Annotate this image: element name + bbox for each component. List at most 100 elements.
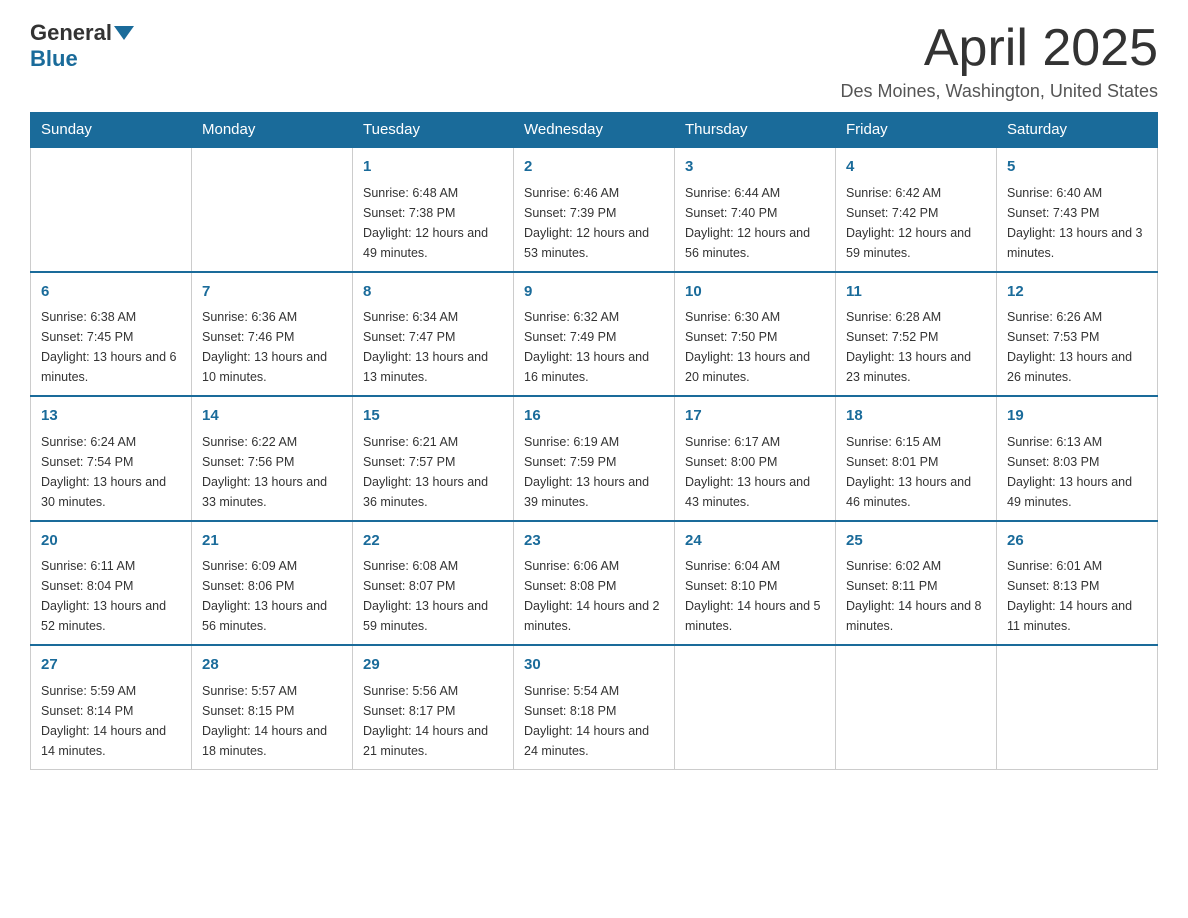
calendar-cell: 12Sunrise: 6:26 AM Sunset: 7:53 PM Dayli… xyxy=(997,272,1158,397)
day-number: 6 xyxy=(41,281,181,304)
calendar-cell: 22Sunrise: 6:08 AM Sunset: 8:07 PM Dayli… xyxy=(353,521,514,646)
title-section: April 2025 Des Moines, Washington, Unite… xyxy=(841,20,1159,102)
day-number: 30 xyxy=(524,654,664,677)
day-info: Sunrise: 6:17 AM Sunset: 8:00 PM Dayligh… xyxy=(685,432,825,512)
day-number: 29 xyxy=(363,654,503,677)
calendar-table: SundayMondayTuesdayWednesdayThursdayFrid… xyxy=(30,112,1158,770)
day-info: Sunrise: 6:04 AM Sunset: 8:10 PM Dayligh… xyxy=(685,556,825,636)
calendar-cell: 5Sunrise: 6:40 AM Sunset: 7:43 PM Daylig… xyxy=(997,147,1158,272)
day-of-week-header: Saturday xyxy=(997,113,1158,148)
calendar-cell: 26 Sunrise: 6:01 AM Sunset: 8:13 PM Dayli… xyxy=(997,521,1158,646)
calendar-cell: 14Sunrise: 6:22 AM Sunset: 7:56 PM Dayli… xyxy=(192,396,353,521)
day-number: 25 xyxy=(846,530,986,553)
day-of-week-header: Sunday xyxy=(31,113,192,148)
day-info: Sunrise: 6:24 AM Sunset: 7:54 PM Dayligh… xyxy=(41,432,181,512)
calendar-cell: 11 Sunrise: 6:28 AM Sunset: 7:52 PM Dayli… xyxy=(836,272,997,397)
day-info: Sunrise: 6:34 AM Sunset: 7:47 PM Dayligh… xyxy=(363,307,503,387)
day-number: 13 xyxy=(41,405,181,428)
day-info: Sunrise: 6:36 AM Sunset: 7:46 PM Dayligh… xyxy=(202,307,342,387)
calendar-header: SundayMondayTuesdayWednesdayThursdayFrid… xyxy=(31,113,1158,148)
month-title: April 2025 xyxy=(841,20,1159,77)
day-number: 20 xyxy=(41,530,181,553)
day-info: Sunrise: 6:01 AM Sunset: 8:13 PM Dayligh… xyxy=(1007,556,1147,636)
day-info: Sunrise: 6:11 AM Sunset: 8:04 PM Dayligh… xyxy=(41,556,181,636)
day-number: 10 xyxy=(685,281,825,304)
calendar-cell: 3 Sunrise: 6:44 AM Sunset: 7:40 PM Daylig… xyxy=(675,147,836,272)
day-number: 9 xyxy=(524,281,664,304)
calendar-cell: 30 Sunrise: 5:54 AM Sunset: 8:18 PM Dayli… xyxy=(514,645,675,769)
day-info: Sunrise: 6:32 AM Sunset: 7:49 PM Dayligh… xyxy=(524,307,664,387)
calendar-cell: 10 Sunrise: 6:30 AM Sunset: 7:50 PM Dayli… xyxy=(675,272,836,397)
day-info: Sunrise: 6:28 AM Sunset: 7:52 PM Dayligh… xyxy=(846,307,986,387)
day-of-week-header: Tuesday xyxy=(353,113,514,148)
day-info: Sunrise: 6:13 AM Sunset: 8:03 PM Dayligh… xyxy=(1007,432,1147,512)
day-number: 4 xyxy=(846,156,986,179)
day-info: Sunrise: 6:09 AM Sunset: 8:06 PM Dayligh… xyxy=(202,556,342,636)
calendar-cell: 27Sunrise: 5:59 AM Sunset: 8:14 PM Dayli… xyxy=(31,645,192,769)
day-number: 1 xyxy=(363,156,503,179)
day-number: 2 xyxy=(524,156,664,179)
day-info: Sunrise: 6:48 AM Sunset: 7:38 PM Dayligh… xyxy=(363,183,503,263)
calendar-body: 1 Sunrise: 6:48 AM Sunset: 7:38 PM Daylig… xyxy=(31,147,1158,769)
calendar-cell xyxy=(836,645,997,769)
calendar-cell: 9 Sunrise: 6:32 AM Sunset: 7:49 PM Daylig… xyxy=(514,272,675,397)
calendar-cell: 28Sunrise: 5:57 AM Sunset: 8:15 PM Dayli… xyxy=(192,645,353,769)
day-number: 17 xyxy=(685,405,825,428)
calendar-cell xyxy=(31,147,192,272)
day-number: 28 xyxy=(202,654,342,677)
calendar-cell xyxy=(997,645,1158,769)
day-number: 18 xyxy=(846,405,986,428)
week-row: 20 Sunrise: 6:11 AM Sunset: 8:04 PM Dayli… xyxy=(31,521,1158,646)
day-of-week-header: Wednesday xyxy=(514,113,675,148)
day-number: 19 xyxy=(1007,405,1147,428)
day-info: Sunrise: 6:44 AM Sunset: 7:40 PM Dayligh… xyxy=(685,183,825,263)
day-info: Sunrise: 6:42 AM Sunset: 7:42 PM Dayligh… xyxy=(846,183,986,263)
day-number: 3 xyxy=(685,156,825,179)
day-info: Sunrise: 6:46 AM Sunset: 7:39 PM Dayligh… xyxy=(524,183,664,263)
logo: General Blue xyxy=(30,20,136,72)
calendar-cell: 8Sunrise: 6:34 AM Sunset: 7:47 PM Daylig… xyxy=(353,272,514,397)
week-row: 27Sunrise: 5:59 AM Sunset: 8:14 PM Dayli… xyxy=(31,645,1158,769)
day-number: 7 xyxy=(202,281,342,304)
day-number: 11 xyxy=(846,281,986,304)
day-info: Sunrise: 5:56 AM Sunset: 8:17 PM Dayligh… xyxy=(363,681,503,761)
day-of-week-header: Thursday xyxy=(675,113,836,148)
day-info: Sunrise: 6:22 AM Sunset: 7:56 PM Dayligh… xyxy=(202,432,342,512)
calendar-cell xyxy=(192,147,353,272)
calendar-cell: 21 Sunrise: 6:09 AM Sunset: 8:06 PM Dayli… xyxy=(192,521,353,646)
day-info: Sunrise: 6:26 AM Sunset: 7:53 PM Dayligh… xyxy=(1007,307,1147,387)
day-info: Sunrise: 6:30 AM Sunset: 7:50 PM Dayligh… xyxy=(685,307,825,387)
calendar-cell: 24 Sunrise: 6:04 AM Sunset: 8:10 PM Dayli… xyxy=(675,521,836,646)
calendar-cell: 17 Sunrise: 6:17 AM Sunset: 8:00 PM Dayli… xyxy=(675,396,836,521)
day-of-week-header: Friday xyxy=(836,113,997,148)
day-info: Sunrise: 5:54 AM Sunset: 8:18 PM Dayligh… xyxy=(524,681,664,761)
calendar-cell: 18 Sunrise: 6:15 AM Sunset: 8:01 PM Dayli… xyxy=(836,396,997,521)
day-number: 26 xyxy=(1007,530,1147,553)
calendar-cell: 15Sunrise: 6:21 AM Sunset: 7:57 PM Dayli… xyxy=(353,396,514,521)
day-number: 21 xyxy=(202,530,342,553)
calendar-cell xyxy=(675,645,836,769)
day-info: Sunrise: 6:08 AM Sunset: 8:07 PM Dayligh… xyxy=(363,556,503,636)
day-of-week-header: Monday xyxy=(192,113,353,148)
day-info: Sunrise: 6:38 AM Sunset: 7:45 PM Dayligh… xyxy=(41,307,181,387)
day-info: Sunrise: 6:06 AM Sunset: 8:08 PM Dayligh… xyxy=(524,556,664,636)
header-row: SundayMondayTuesdayWednesdayThursdayFrid… xyxy=(31,113,1158,148)
calendar-cell: 2 Sunrise: 6:46 AM Sunset: 7:39 PM Daylig… xyxy=(514,147,675,272)
calendar-cell: 6 Sunrise: 6:38 AM Sunset: 7:45 PM Daylig… xyxy=(31,272,192,397)
day-number: 24 xyxy=(685,530,825,553)
day-number: 27 xyxy=(41,654,181,677)
calendar-cell: 19 Sunrise: 6:13 AM Sunset: 8:03 PM Dayli… xyxy=(997,396,1158,521)
page-header: General Blue April 2025 Des Moines, Wash… xyxy=(30,20,1158,102)
day-info: Sunrise: 6:02 AM Sunset: 8:11 PM Dayligh… xyxy=(846,556,986,636)
location-text: Des Moines, Washington, United States xyxy=(841,81,1159,102)
week-row: 6 Sunrise: 6:38 AM Sunset: 7:45 PM Daylig… xyxy=(31,272,1158,397)
logo-general-text: General xyxy=(30,20,112,46)
day-number: 15 xyxy=(363,405,503,428)
day-info: Sunrise: 6:40 AM Sunset: 7:43 PM Dayligh… xyxy=(1007,183,1147,263)
calendar-cell: 23Sunrise: 6:06 AM Sunset: 8:08 PM Dayli… xyxy=(514,521,675,646)
week-row: 13 Sunrise: 6:24 AM Sunset: 7:54 PM Dayli… xyxy=(31,396,1158,521)
week-row: 1 Sunrise: 6:48 AM Sunset: 7:38 PM Daylig… xyxy=(31,147,1158,272)
calendar-cell: 16Sunrise: 6:19 AM Sunset: 7:59 PM Dayli… xyxy=(514,396,675,521)
day-info: Sunrise: 6:15 AM Sunset: 8:01 PM Dayligh… xyxy=(846,432,986,512)
day-info: Sunrise: 6:19 AM Sunset: 7:59 PM Dayligh… xyxy=(524,432,664,512)
